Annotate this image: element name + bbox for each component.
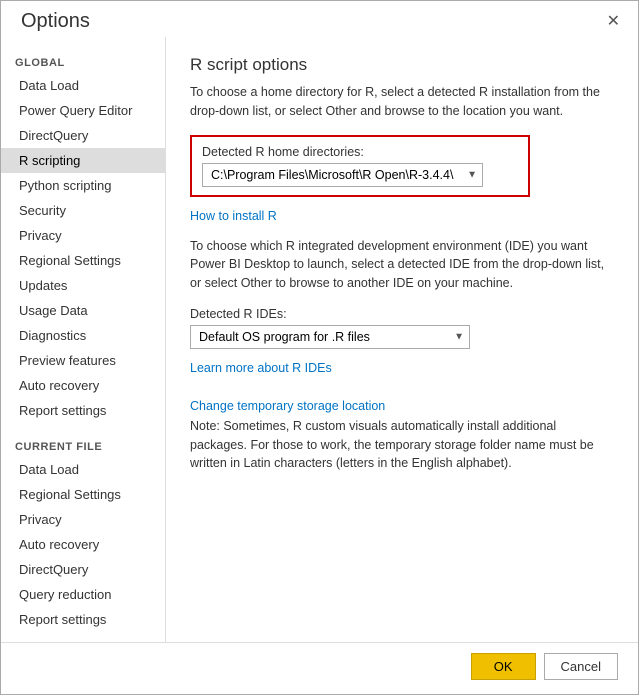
dialog-footer: OK Cancel (1, 642, 638, 694)
sidebar-item-cf-auto-recovery[interactable]: Auto recovery (1, 532, 165, 557)
home-dir-dropdown-wrapper: C:\Program Files\Microsoft\R Open\R-3.4.… (202, 163, 483, 187)
sidebar-item-preview-features[interactable]: Preview features (1, 348, 165, 373)
sidebar-item-usage-data[interactable]: Usage Data (1, 298, 165, 323)
cancel-button[interactable]: Cancel (544, 653, 618, 680)
sidebar: GLOBAL Data Load Power Query Editor Dire… (1, 37, 166, 642)
home-dir-dropdown[interactable]: C:\Program Files\Microsoft\R Open\R-3.4.… (202, 163, 483, 187)
ide-field-block: Detected R IDEs: Default OS program for … (190, 307, 614, 349)
sidebar-item-report-settings[interactable]: Report settings (1, 398, 165, 423)
close-button[interactable]: ✕ (601, 9, 626, 33)
sidebar-item-auto-recovery[interactable]: Auto recovery (1, 373, 165, 398)
sidebar-item-cf-query-reduction[interactable]: Query reduction (1, 582, 165, 607)
sidebar-item-data-load[interactable]: Data Load (1, 73, 165, 98)
ide-learn-more-link[interactable]: Learn more about R IDEs (190, 361, 332, 375)
sidebar-item-cf-directquery[interactable]: DirectQuery (1, 557, 165, 582)
current-file-section-label: CURRENT FILE (1, 431, 165, 457)
content-panel: R script options To choose a home direct… (166, 37, 638, 642)
sidebar-item-regional-settings[interactable]: Regional Settings (1, 248, 165, 273)
sidebar-item-updates[interactable]: Updates (1, 273, 165, 298)
sidebar-item-cf-data-load[interactable]: Data Load (1, 457, 165, 482)
ide-dropdown-wrapper: Default OS program for .R files ▼ (190, 325, 470, 349)
global-section-label: GLOBAL (1, 47, 165, 73)
ok-button[interactable]: OK (471, 653, 536, 680)
change-storage-link[interactable]: Change temporary storage location (190, 399, 614, 413)
sidebar-item-r-scripting[interactable]: R scripting (1, 148, 165, 173)
home-dir-label: Detected R home directories: (202, 145, 518, 159)
sidebar-item-power-query-editor[interactable]: Power Query Editor (1, 98, 165, 123)
ide-desc: To choose which R integrated development… (190, 237, 614, 293)
home-dir-section: Detected R home directories: C:\Program … (190, 135, 530, 197)
sidebar-item-cf-report-settings[interactable]: Report settings (1, 607, 165, 632)
sidebar-item-privacy[interactable]: Privacy (1, 223, 165, 248)
sidebar-item-security[interactable]: Security (1, 198, 165, 223)
sidebar-item-python-scripting[interactable]: Python scripting (1, 173, 165, 198)
sidebar-item-directquery[interactable]: DirectQuery (1, 123, 165, 148)
ide-label: Detected R IDEs: (190, 307, 614, 321)
ide-dropdown[interactable]: Default OS program for .R files (190, 325, 470, 349)
title-bar: Options ✕ (1, 1, 638, 37)
install-r-link[interactable]: How to install R (190, 209, 277, 223)
content-title: R script options (190, 55, 614, 75)
sidebar-item-cf-privacy[interactable]: Privacy (1, 507, 165, 532)
storage-note: Note: Sometimes, R custom visuals automa… (190, 417, 614, 473)
options-dialog: Options ✕ GLOBAL Data Load Power Query E… (0, 0, 639, 695)
dialog-body: GLOBAL Data Load Power Query Editor Dire… (1, 37, 638, 642)
sidebar-item-cf-regional-settings[interactable]: Regional Settings (1, 482, 165, 507)
dialog-title: Options (21, 10, 90, 33)
content-desc: To choose a home directory for R, select… (190, 83, 614, 121)
sidebar-item-diagnostics[interactable]: Diagnostics (1, 323, 165, 348)
